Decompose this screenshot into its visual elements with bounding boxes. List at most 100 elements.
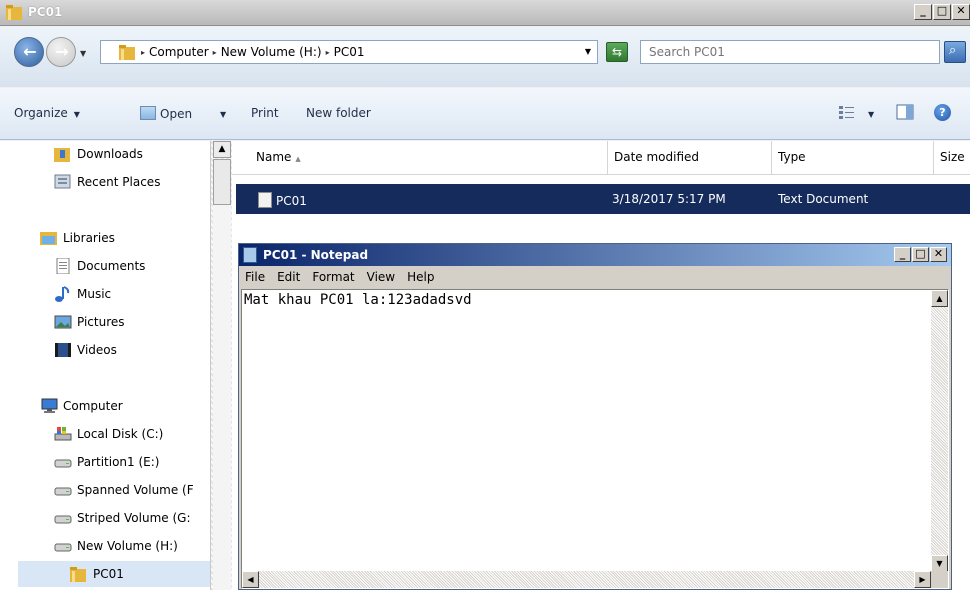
breadcrumb-bar[interactable]: ▸ Computer ▸ New Volume (H:) ▸ PC01 ▼ — [100, 40, 598, 64]
search-icon: ⌕ — [949, 43, 957, 58]
notepad-maximize-button[interactable]: □ — [912, 247, 929, 262]
breadcrumb-new-volume[interactable]: New Volume (H:) — [217, 45, 326, 59]
dropdown-arrow-icon: ▼ — [220, 110, 227, 119]
sidebar-item-label: Partition1 (E:) — [77, 455, 160, 469]
sidebar-item-music[interactable]: Music — [54, 284, 111, 304]
column-header-size[interactable]: Size — [934, 141, 970, 175]
horizontal-scrollbar[interactable]: ◀ ▶ — [242, 571, 931, 588]
sidebar-item-documents[interactable]: Documents — [54, 256, 145, 276]
help-icon[interactable]: ? — [934, 104, 951, 121]
preview-pane-icon[interactable] — [896, 104, 914, 120]
refresh-button[interactable]: ⇆ — [606, 42, 628, 62]
view-dropdown-icon[interactable]: ▼ — [868, 106, 874, 120]
menu-view[interactable]: View — [367, 268, 395, 288]
dropdown-arrow-icon: ▼ — [73, 110, 80, 119]
sidebar-item-label: New Volume (H:) — [77, 539, 178, 553]
organize-button[interactable]: Organize ▼ — [14, 106, 80, 120]
sidebar-item-partition1[interactable]: Partition1 (E:) — [54, 452, 159, 472]
computer-icon — [41, 398, 58, 413]
menu-help[interactable]: Help — [407, 268, 434, 288]
back-arrow-icon: ← — [23, 42, 37, 61]
forward-arrow-icon: → — [55, 42, 69, 61]
recent-pages-dropdown-icon[interactable]: ▼ — [80, 49, 86, 58]
window-controls: _ □ ✕ — [913, 4, 970, 20]
address-bar-area: ← → ▼ ▸ Computer ▸ New Volume (H:) ▸ PC0… — [0, 27, 970, 87]
column-header-name[interactable]: Name ▲ — [250, 141, 608, 175]
close-button[interactable]: ✕ — [952, 4, 970, 20]
vertical-scrollbar[interactable]: ▲ ▼ — [931, 290, 948, 572]
organize-label: Organize — [14, 106, 68, 120]
menu-file[interactable]: File — [245, 268, 265, 288]
forward-button[interactable]: → — [46, 37, 76, 67]
drive-icon — [54, 487, 72, 496]
sidebar-item-label: Computer — [63, 399, 123, 413]
breadcrumb: ▸ Computer ▸ New Volume (H:) ▸ PC01 — [141, 45, 368, 59]
sidebar-item-pictures[interactable]: Pictures — [54, 312, 125, 332]
sidebar-item-striped-volume[interactable]: Striped Volume (G: — [54, 508, 191, 528]
view-options-icon[interactable] — [838, 104, 856, 120]
sidebar-item-label: PC01 — [93, 567, 124, 581]
open-label: Open — [160, 107, 193, 121]
menu-edit[interactable]: Edit — [277, 268, 300, 288]
file-date-cell: 3/18/2017 5:17 PM — [612, 192, 726, 206]
menu-format[interactable]: Format — [312, 268, 354, 288]
open-button[interactable]: Open — [140, 106, 192, 121]
breadcrumb-pc01[interactable]: PC01 — [330, 45, 369, 59]
column-header-type[interactable]: Type — [772, 141, 934, 175]
back-button[interactable]: ← — [14, 37, 44, 67]
search-box — [640, 40, 940, 64]
column-label: Name — [256, 150, 292, 164]
sidebar-item-label: Striped Volume (G: — [77, 511, 191, 525]
print-button[interactable]: Print — [251, 106, 279, 120]
scrollbar-thumb[interactable] — [213, 159, 231, 205]
table-row[interactable]: PC01 3/18/2017 5:17 PM Text Document — [236, 184, 970, 214]
column-header-date-modified[interactable]: Date modified — [608, 141, 772, 175]
scroll-down-button[interactable]: ▼ — [931, 555, 948, 572]
sidebar-item-pc01[interactable]: PC01 — [18, 561, 210, 587]
search-input[interactable] — [641, 41, 901, 63]
notepad-title-bar[interactable]: PC01 - Notepad _ □ ✕ — [239, 244, 951, 266]
command-bar: Organize ▼ Open ▼ Print New folder ▼ ? — [0, 88, 970, 140]
search-button[interactable]: ⌕ — [944, 41, 966, 63]
sidebar-item-recent-places[interactable]: Recent Places — [54, 172, 160, 192]
folder-icon — [119, 45, 135, 60]
notepad-icon — [243, 247, 257, 263]
breadcrumb-computer[interactable]: Computer — [145, 45, 213, 59]
new-folder-button[interactable]: New folder — [306, 106, 371, 120]
maximize-button[interactable]: □ — [933, 4, 951, 20]
address-dropdown-icon[interactable]: ▼ — [585, 47, 591, 56]
sidebar-item-spanned-volume[interactable]: Spanned Volume (F — [54, 480, 194, 500]
resize-grip-icon[interactable] — [931, 571, 948, 588]
notepad-close-button[interactable]: ✕ — [930, 247, 947, 262]
sidebar-item-label: Local Disk (C:) — [77, 427, 164, 441]
music-icon — [55, 286, 70, 302]
sidebar-item-libraries[interactable]: Libraries — [40, 228, 115, 248]
minimize-button[interactable]: _ — [914, 4, 932, 20]
drive-icon — [54, 515, 72, 524]
notepad-title: PC01 - Notepad — [263, 248, 369, 262]
sidebar-item-new-volume[interactable]: New Volume (H:) — [54, 536, 178, 556]
notepad-content[interactable]: Mat khau PC01 la:123adadsvd — [244, 292, 472, 308]
pictures-icon — [54, 315, 72, 329]
recent-places-icon — [54, 174, 71, 189]
scroll-right-button[interactable]: ▶ — [914, 571, 931, 588]
folder-icon — [70, 567, 86, 582]
open-with-dropdown[interactable]: ▼ — [214, 106, 226, 120]
text-file-icon — [258, 192, 272, 208]
scrollbar-track[interactable] — [213, 205, 231, 590]
sidebar-item-videos[interactable]: Videos — [54, 340, 117, 360]
scroll-up-button[interactable]: ▲ — [931, 290, 948, 307]
notepad-text-area[interactable]: Mat khau PC01 la:123adadsvd ▲ ▼ ◀ ▶ — [241, 289, 949, 589]
sidebar-item-computer[interactable]: Computer — [40, 396, 123, 416]
sidebar-item-downloads[interactable]: Downloads — [54, 144, 143, 164]
system-drive-icon — [54, 427, 72, 441]
sidebar-item-local-disk[interactable]: Local Disk (C:) — [54, 424, 163, 444]
scroll-left-button[interactable]: ◀ — [242, 571, 259, 588]
navigation-scrollbar[interactable]: ▲ — [210, 141, 232, 590]
notepad-icon — [140, 106, 156, 120]
scroll-up-button[interactable]: ▲ — [213, 141, 231, 158]
sidebar-item-label: Spanned Volume (F — [77, 483, 194, 497]
explorer-title-bar[interactable]: PC01 _ □ ✕ — [0, 0, 970, 26]
libraries-icon — [40, 232, 57, 245]
notepad-minimize-button[interactable]: _ — [894, 247, 911, 262]
